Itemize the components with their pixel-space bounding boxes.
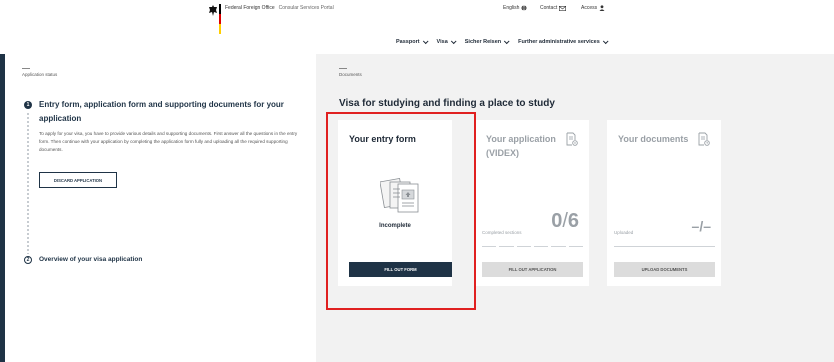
- documents-title: Your documents: [618, 134, 689, 144]
- contact-label: Contact: [540, 5, 558, 11]
- eagle-icon: [209, 5, 217, 16]
- application-title-line2: (VIDEX): [486, 148, 520, 158]
- discard-application-button[interactable]: DISCARD APPLICATION: [39, 172, 117, 188]
- progress-segment: [533, 246, 549, 247]
- step-2-marker: 2: [24, 256, 32, 264]
- step-1-marker: 1: [24, 101, 32, 109]
- application-title-line1: Your application: [486, 134, 556, 144]
- nav-passport-label: Passport: [396, 39, 420, 45]
- language-selector[interactable]: English: [503, 5, 527, 11]
- step-1-title-line2: application: [39, 114, 82, 123]
- chevron-down-icon: [450, 38, 457, 45]
- step-2-title[interactable]: Overview of your visa application: [39, 253, 142, 267]
- step-1-title: Entry form, application form and support…: [39, 98, 309, 126]
- uploaded-progress-bar: [614, 246, 715, 247]
- flag-bar: [219, 4, 221, 34]
- access-link[interactable]: Access: [581, 5, 605, 11]
- completed-sections-label: Completed sections: [482, 230, 522, 235]
- progress-segment: [551, 246, 566, 247]
- sections-progress-bar: [482, 246, 583, 247]
- application-title: Your application (VIDEX): [486, 132, 556, 160]
- chevron-down-icon: [504, 38, 510, 45]
- globe-icon: [521, 5, 527, 11]
- main-nav: Passport Visa Sicher Reisen Further admi…: [396, 38, 609, 45]
- documents-label: Documents: [339, 68, 362, 77]
- sections-done: 0: [551, 210, 563, 232]
- entry-form-status: Incomplete: [379, 223, 411, 229]
- progress-segment: [516, 246, 531, 247]
- form-illustration-icon: [380, 177, 419, 213]
- uploaded-count: –/–: [691, 218, 711, 234]
- office-name: Federal Foreign Office: [225, 5, 275, 11]
- upload-documents-button[interactable]: UPLOAD DOCUMENTS: [614, 262, 715, 277]
- chevron-down-icon: [422, 38, 429, 45]
- nav-visa[interactable]: Visa: [436, 38, 457, 45]
- contact-link[interactable]: Contact: [540, 5, 567, 11]
- progress-segment: [499, 246, 514, 247]
- fill-out-form-button[interactable]: FILL OUT FORM: [349, 262, 452, 277]
- chevron-down-icon: [602, 38, 609, 45]
- entry-form-title: Your entry form: [349, 134, 416, 144]
- site-header: Federal Foreign Office Consular Services …: [0, 0, 834, 54]
- portal-name: Consular Services Portal: [278, 5, 334, 11]
- document-gear-icon: [566, 132, 578, 146]
- progress-segment: [568, 246, 583, 247]
- user-icon: [599, 5, 605, 11]
- entry-form-card: Your entry form Incomplete FILL OUT FORM: [338, 120, 452, 286]
- step-1-title-line1: Entry form, application form and support…: [39, 100, 284, 109]
- nav-passport[interactable]: Passport: [396, 38, 429, 45]
- step-connector: [27, 112, 29, 254]
- nav-further-services[interactable]: Further administrative services: [518, 38, 609, 45]
- visa-type-title: Visa for studying and finding a place to…: [339, 98, 555, 109]
- sections-progress: 0/6: [551, 210, 579, 233]
- fill-out-application-button[interactable]: FILL OUT APPLICATION: [482, 262, 583, 277]
- application-card: Your application (VIDEX) Completed secti…: [475, 120, 589, 286]
- application-status-label: Application status: [22, 68, 58, 77]
- access-label: Access: [581, 5, 598, 11]
- nav-sicher-reisen[interactable]: Sicher Reisen: [464, 38, 510, 45]
- uploaded-label: Uploaded: [614, 230, 634, 235]
- mail-icon: [559, 5, 567, 11]
- nav-sicher-reisen-label: Sicher Reisen: [464, 39, 502, 45]
- nav-visa-label: Visa: [436, 39, 448, 45]
- sections-total: 6: [567, 210, 579, 232]
- progress-segment: [482, 246, 497, 247]
- nav-further-services-label: Further administrative services: [518, 39, 600, 45]
- language-label: English: [503, 5, 520, 11]
- step-1-description: To apply for your visa, you have to prov…: [39, 131, 298, 152]
- document-clock-icon: [698, 132, 710, 146]
- office-title[interactable]: Federal Foreign Office Consular Services …: [225, 5, 334, 11]
- documents-card: Your documents Uploaded –/– UPLOAD DOCUM…: [607, 120, 721, 286]
